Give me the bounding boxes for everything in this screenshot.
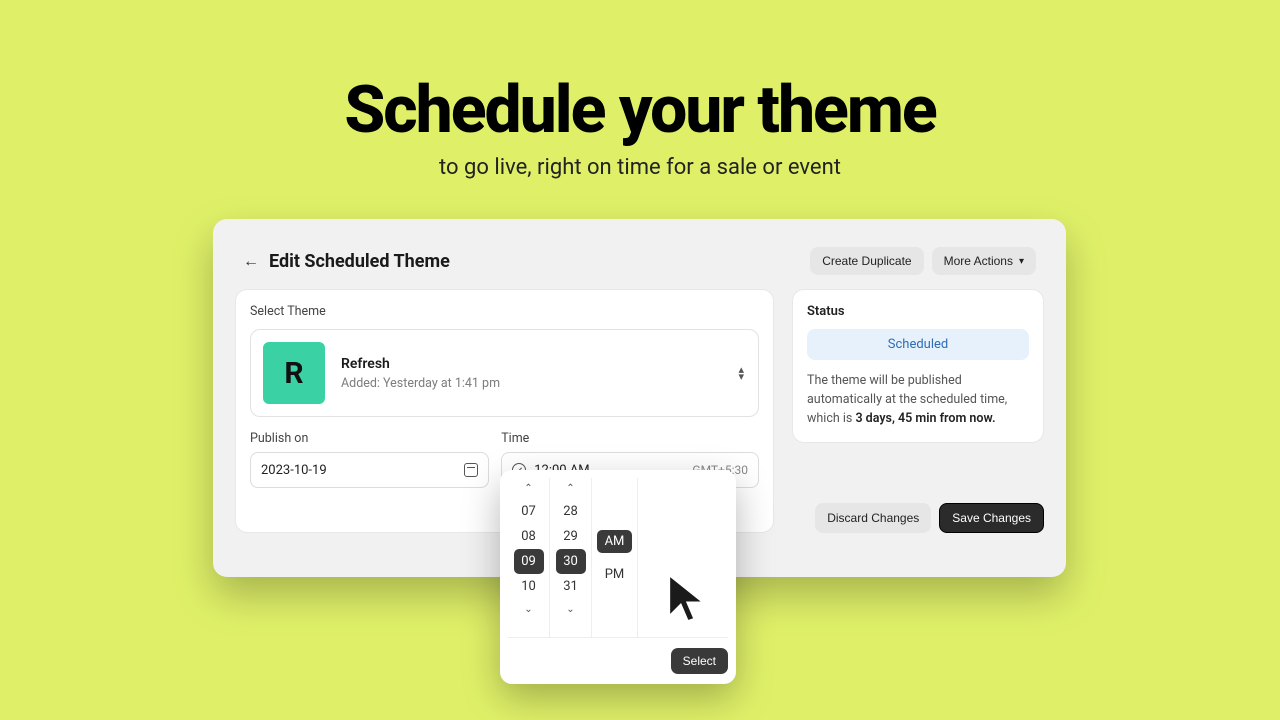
minute-down-icon[interactable]: ⌄ (566, 599, 574, 620)
ampm-pm[interactable]: PM (597, 563, 633, 586)
status-label: Status (807, 304, 1029, 319)
time-picker-popover: ⌃ 07 08 09 10 ⌄ ⌃ 28 29 30 31 ⌄ AM PM Se… (500, 470, 736, 684)
minute-option[interactable]: 31 (556, 574, 586, 599)
updown-icon: ▴▾ (738, 366, 744, 380)
status-panel: Status Scheduled The theme will be publi… (792, 289, 1044, 443)
theme-name: Refresh (341, 356, 500, 372)
status-badge: Scheduled (807, 329, 1029, 360)
discard-button[interactable]: Discard Changes (815, 503, 931, 533)
hour-option[interactable]: 07 (514, 499, 544, 524)
hero-subtitle: to go live, right on time for a sale or … (0, 155, 1280, 180)
status-description: The theme will be published automaticall… (807, 372, 1029, 428)
hour-option[interactable]: 10 (514, 574, 544, 599)
time-picker-select-button[interactable]: Select (671, 648, 728, 674)
back-arrow-icon[interactable]: ← (243, 251, 259, 271)
hour-option-selected[interactable]: 09 (514, 549, 544, 574)
ampm-column: AM PM (592, 478, 638, 637)
publish-date-label: Publish on (250, 431, 489, 446)
page-title: Edit Scheduled Theme (269, 251, 450, 272)
more-actions-button[interactable]: More Actions ▾ (932, 247, 1036, 275)
minute-column: ⌃ 28 29 30 31 ⌄ (550, 478, 592, 637)
hero-title: Schedule your theme (0, 72, 1280, 149)
select-theme-label: Select Theme (250, 304, 759, 319)
hour-option[interactable]: 08 (514, 524, 544, 549)
create-duplicate-button[interactable]: Create Duplicate (810, 247, 923, 275)
chevron-down-icon: ▾ (1019, 256, 1024, 267)
minute-option-selected[interactable]: 30 (556, 549, 586, 574)
publish-date-input[interactable]: 2023-10-19 (250, 452, 489, 488)
more-actions-label: More Actions (944, 254, 1013, 268)
minute-option[interactable]: 28 (556, 499, 586, 524)
ampm-am[interactable]: AM (597, 530, 633, 553)
save-button[interactable]: Save Changes (939, 503, 1044, 533)
minute-up-icon[interactable]: ⌃ (566, 478, 574, 499)
theme-swatch: R (263, 342, 325, 404)
publish-time-label: Time (501, 431, 759, 446)
theme-added-meta: Added: Yesterday at 1:41 pm (341, 376, 500, 391)
calendar-icon (464, 463, 478, 477)
minute-option[interactable]: 29 (556, 524, 586, 549)
hour-up-icon[interactable]: ⌃ (524, 478, 532, 499)
hour-column: ⌃ 07 08 09 10 ⌄ (508, 478, 550, 637)
theme-selector[interactable]: R Refresh Added: Yesterday at 1:41 pm ▴▾ (250, 329, 759, 417)
publish-date-value: 2023-10-19 (261, 463, 327, 478)
hour-down-icon[interactable]: ⌄ (524, 599, 532, 620)
